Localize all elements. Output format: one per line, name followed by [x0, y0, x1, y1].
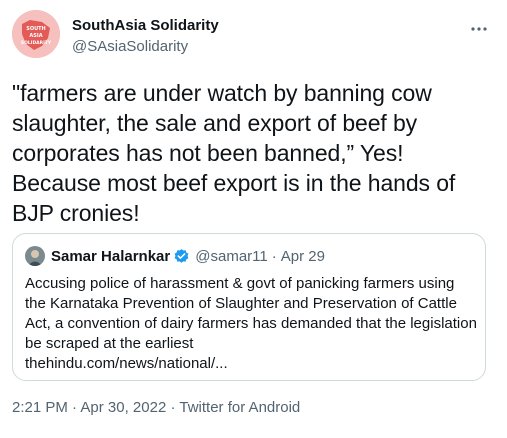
- separator-dot: ·: [271, 247, 277, 265]
- verified-badge-icon: [173, 248, 190, 265]
- quoted-author-avatar: [25, 246, 45, 266]
- quoted-tweet-link[interactable]: thehindu.com/news/national/...: [25, 354, 477, 374]
- quoted-tweet-header: Samar Halarnkar @samar11 · Apr 29: [25, 246, 325, 266]
- author-display-name[interactable]: SouthAsia Solidarity: [72, 17, 219, 35]
- svg-text:SOUTH: SOUTH: [26, 26, 46, 32]
- quoted-tweet-date: Apr 29: [280, 247, 325, 265]
- tweet-source[interactable]: Twitter for Android: [179, 399, 300, 416]
- more-horizontal-icon[interactable]: [469, 20, 489, 31]
- svg-text:SOLIDARITY: SOLIDARITY: [21, 40, 52, 46]
- tweet-metadata: 2:21 PM · Apr 30, 2022 · Twitter for And…: [12, 399, 300, 416]
- quoted-tweet-text: Accusing police of harassment & govt of …: [25, 275, 477, 352]
- author-handle[interactable]: @SAsiaSolidarity: [72, 38, 219, 56]
- tweet-text: "farmers are under watch by banning cow …: [12, 80, 456, 226]
- tweet-card: SOUTH ASIA SOLIDARITY SouthAsia Solidari…: [0, 0, 507, 438]
- author-info: SouthAsia Solidarity @SAsiaSolidarity: [72, 17, 219, 56]
- tweet-date[interactable]: Apr 30, 2022: [80, 399, 166, 416]
- quoted-author-name: Samar Halarnkar: [51, 247, 171, 265]
- svg-text:ASIA: ASIA: [29, 33, 42, 39]
- author-avatar[interactable]: SOUTH ASIA SOLIDARITY: [12, 10, 60, 58]
- separator-dot: ·: [170, 399, 176, 416]
- separator-dot: ·: [72, 399, 78, 416]
- tweet-time[interactable]: 2:21 PM: [12, 399, 68, 416]
- quoted-tweet-body: Accusing police of harassment & govt of …: [25, 274, 477, 374]
- quoted-tweet[interactable]: Samar Halarnkar @samar11 · Apr 29 Accusi…: [12, 233, 486, 381]
- quoted-author-handle: @samar11: [195, 247, 268, 265]
